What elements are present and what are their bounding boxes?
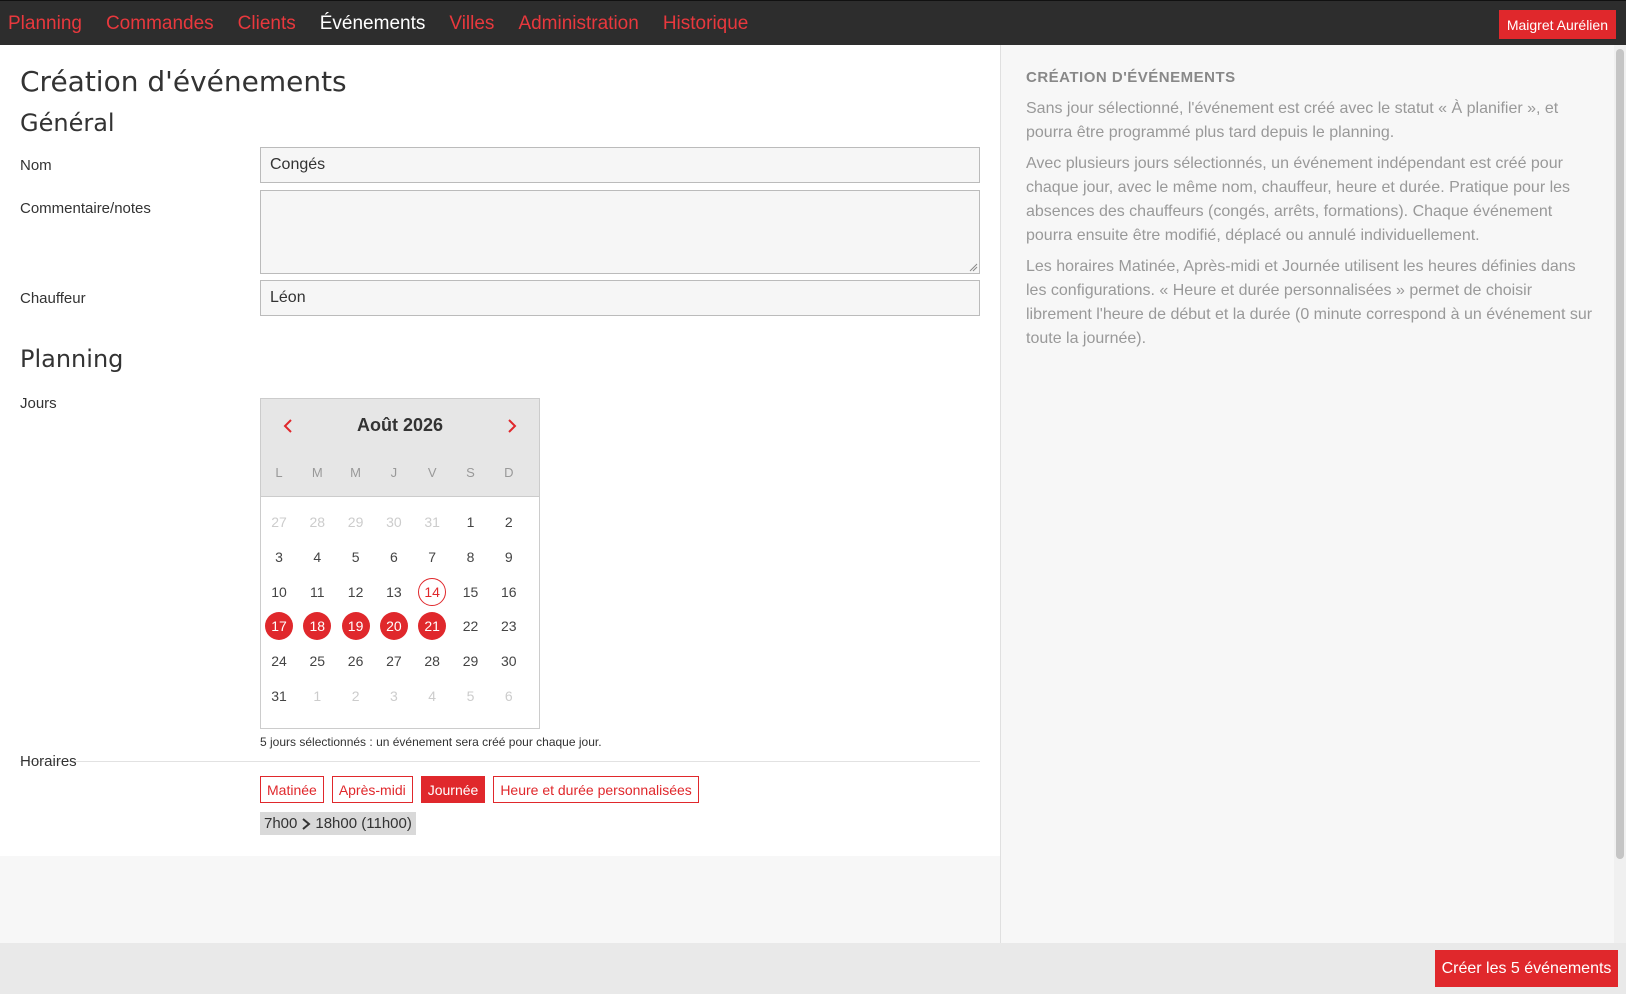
calendar-weekday: M: [311, 465, 323, 480]
calendar-day[interactable]: 19: [341, 612, 370, 641]
horaires-label: Horaires: [20, 753, 77, 770]
page-title: Création d'événements: [20, 65, 347, 98]
calendar-weekday: S: [466, 465, 475, 480]
jours-label: Jours: [20, 395, 57, 412]
help-sidebar: CRÉATION D'ÉVÉNEMENTS Sans jour sélectio…: [1000, 45, 1614, 943]
commentaire-label: Commentaire/notes: [20, 200, 151, 217]
scrollbar[interactable]: [1614, 45, 1626, 943]
help-title: CRÉATION D'ÉVÉNEMENTS: [1026, 69, 1236, 86]
calendar-day[interactable]: 30: [495, 647, 523, 675]
calendar-day[interactable]: 23: [495, 612, 523, 640]
calendar-day[interactable]: 9: [495, 543, 523, 571]
calendar-day[interactable]: 6: [380, 543, 408, 571]
calendar-day[interactable]: 15: [457, 578, 485, 606]
calendar-weekday: L: [275, 465, 283, 480]
calendar-day[interactable]: 27: [265, 508, 293, 536]
calendar-day[interactable]: 29: [457, 647, 485, 675]
calendar-day[interactable]: 28: [303, 508, 331, 536]
scrollbar-thumb[interactable]: [1616, 49, 1624, 859]
date-picker-calendar: Août 2026 LMMJVSD 27 28 29 30 31 1 2 3 4 5 6 7 8 9 10 1…: [260, 398, 540, 729]
horaire-matinee-button[interactable]: Matinée: [260, 776, 324, 803]
horaires-options: Matinée Après-midi Journée Heure et duré…: [260, 776, 707, 803]
calendar-day[interactable]: 27: [380, 647, 408, 675]
calendar-weekday: V: [427, 465, 437, 480]
top-navbar: Planning Commandes Clients Événements Vi…: [0, 0, 1626, 45]
calendar-day[interactable]: 30: [380, 508, 408, 536]
resize-grip-icon[interactable]: [968, 262, 978, 272]
calendar-day[interactable]: 25: [303, 647, 331, 675]
calendar-day[interactable]: 28: [418, 647, 446, 675]
divider: [20, 761, 980, 762]
footer-bar: Créer les 5 événements: [0, 943, 1626, 994]
nav-item-villes[interactable]: Villes: [449, 13, 494, 35]
calendar-day[interactable]: 10: [265, 578, 293, 606]
nom-label: Nom: [20, 157, 52, 174]
calendar-day[interactable]: 3: [265, 543, 293, 571]
calendar-day[interactable]: 20: [379, 612, 408, 641]
nav-item-clients[interactable]: Clients: [238, 13, 296, 35]
calendar-header: Août 2026 L M M J V S D: [261, 399, 539, 497]
calendar-day[interactable]: 21: [418, 612, 447, 641]
selection-hint: 5 jours sélectionnés : un événement sera…: [260, 735, 602, 749]
calendar-day[interactable]: 1: [303, 682, 331, 710]
calendar-day[interactable]: 11: [303, 578, 331, 606]
calendar-day[interactable]: 18: [303, 612, 332, 641]
calendar-weekday: D: [504, 465, 514, 480]
calendar-weekdays: LMMJVSD: [261, 465, 539, 485]
time-start: 7h00: [264, 815, 298, 832]
horaire-journee-button[interactable]: Journée: [420, 776, 486, 803]
main-panel: Création d'événements Général Nom Congés…: [0, 45, 1000, 856]
section-title-general: Général: [20, 109, 115, 137]
calendar-day[interactable]: 17: [265, 612, 293, 641]
calendar-days-grid: 27 28 29 30 31 1 2 3 4 5 6 7 8 9 10 11 12 13 14 15 16 17 18 19 2…: [261, 497, 539, 729]
calendar-day[interactable]: 4: [303, 543, 331, 571]
calendar-day[interactable]: 26: [342, 647, 370, 675]
calendar-day[interactable]: 2: [342, 682, 370, 710]
chauffeur-input[interactable]: Léon: [260, 280, 980, 316]
calendar-day[interactable]: 13: [380, 578, 408, 606]
help-paragraph: Avec plusieurs jours sélectionnés, un év…: [1026, 155, 1571, 244]
nav-item-administration[interactable]: Administration: [518, 13, 638, 35]
horaire-apres-midi-button[interactable]: Après-midi: [331, 776, 413, 803]
calendar-weekday: M: [350, 465, 362, 480]
nav-item-commandes[interactable]: Commandes: [106, 13, 214, 35]
calendar-day[interactable]: 8: [457, 543, 485, 571]
help-paragraph: Les horaires Matinée, Après-midi et Jour…: [1026, 258, 1593, 347]
calendar-month-title: Août 2026: [356, 415, 444, 435]
section-title-planning: Planning: [20, 345, 124, 373]
chevron-right-icon[interactable]: [501, 415, 523, 437]
nav-menu: Planning Commandes Clients Événements Vi…: [0, 1, 764, 46]
nom-input[interactable]: Congés: [260, 147, 980, 183]
calendar-day[interactable]: 22: [457, 612, 485, 640]
calendar-day[interactable]: 31: [418, 508, 446, 536]
calendar-day[interactable]: 31: [265, 682, 293, 710]
chauffeur-label: Chauffeur: [20, 290, 86, 307]
calendar-day[interactable]: 5: [342, 543, 370, 571]
calendar-day[interactable]: 2: [495, 508, 523, 536]
user-menu-button[interactable]: Maigret Aurélien: [1498, 10, 1616, 39]
calendar-day[interactable]: 14: [418, 577, 447, 606]
calendar-day[interactable]: 5: [457, 682, 485, 710]
create-events-button[interactable]: Créer les 5 événements: [1435, 950, 1618, 987]
nav-item-evenements[interactable]: Événements: [320, 13, 426, 35]
calendar-day[interactable]: 1: [457, 508, 485, 536]
calendar-weekday: J: [390, 465, 398, 480]
time-end: 18h00 (11h00): [315, 815, 412, 832]
calendar-day[interactable]: 7: [418, 543, 446, 571]
calendar-day[interactable]: 29: [342, 508, 370, 536]
calendar-day[interactable]: 24: [265, 647, 293, 675]
calendar-day[interactable]: 12: [342, 578, 370, 606]
help-paragraph: Sans jour sélectionné, l'événement est c…: [1026, 100, 1559, 141]
calendar-day[interactable]: 3: [380, 682, 408, 710]
calendar-day[interactable]: 16: [495, 578, 523, 606]
nav-item-planning[interactable]: Planning: [8, 13, 82, 35]
time-range-display: 7h00 18h00 (11h00): [260, 812, 416, 835]
calendar-day[interactable]: 6: [495, 682, 523, 710]
nav-item-historique[interactable]: Historique: [663, 13, 749, 35]
commentaire-textarea[interactable]: [260, 190, 980, 274]
horaire-personnalise-button[interactable]: Heure et durée personnalisées: [493, 776, 699, 803]
chevron-right-icon: [302, 817, 311, 830]
calendar-day[interactable]: 4: [418, 682, 446, 710]
